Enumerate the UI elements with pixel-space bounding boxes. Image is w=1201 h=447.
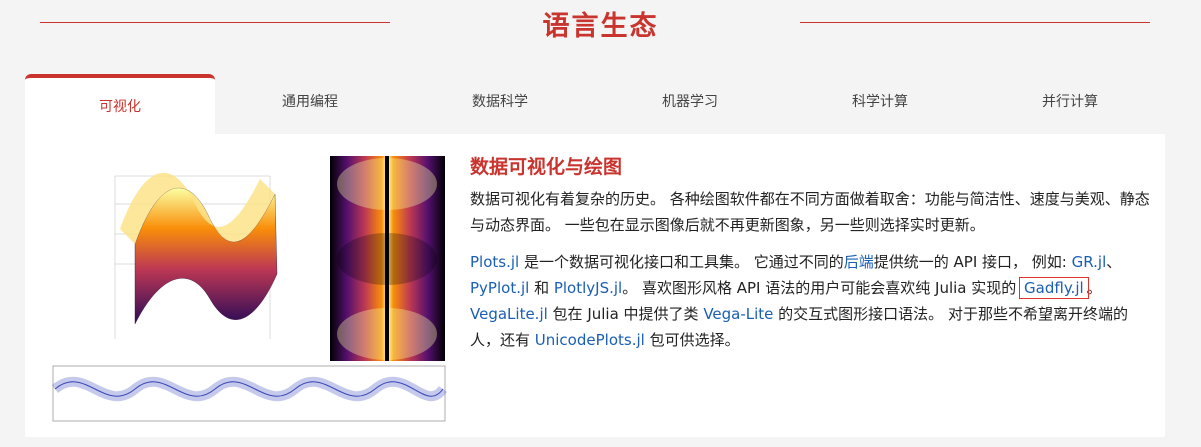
tab-data-science[interactable]: 数据科学 <box>405 74 595 134</box>
section-header: 语言生态 <box>0 0 1201 60</box>
plots-paragraph: Plots.jl 是一个数据可视化接口和工具集。 它通过不同的后端提供统一的 A… <box>470 249 1150 353</box>
tab-machine-learning[interactable]: 机器学习 <box>595 74 785 134</box>
unicodeplots-jl-link[interactable]: UnicodePlots.jl <box>535 331 645 349</box>
text-span: 。 喜欢图形风格 API 语法的用户可能会喜欢纯 Julia 实现的 <box>622 279 1022 297</box>
title-divider-right <box>800 22 1150 23</box>
backends-link[interactable]: 后端 <box>844 253 874 271</box>
text-span: 和 <box>529 279 554 297</box>
tab-visualization[interactable]: 可视化 <box>25 74 215 134</box>
plotlyjs-jl-link[interactable]: PlotlyJS.jl <box>554 279 622 297</box>
intro-paragraph: 数据可视化有着复杂的历史。 各种绘图软件都在不同方面做着取舍：功能与简洁性、速度… <box>470 190 1150 234</box>
content-heading: 数据可视化与绘图 <box>470 156 623 178</box>
text-span: 。 <box>1086 279 1102 297</box>
pyplot-jl-link[interactable]: PyPlot.jl <box>470 279 529 297</box>
text-span: 包在 Julia 中提供了类 <box>547 305 704 323</box>
text-span: 、 <box>1106 253 1122 271</box>
text-span: 是一个数据可视化接口和工具集。 它通过不同的 <box>519 253 844 271</box>
vega-lite-link[interactable]: Vega-Lite <box>703 305 773 323</box>
plots-jl-link[interactable]: Plots.jl <box>470 253 519 271</box>
tab-scientific-computing[interactable]: 科学计算 <box>785 74 975 134</box>
plot-showcase-image <box>25 134 455 437</box>
gr-jl-link[interactable]: GR.jl <box>1072 253 1107 271</box>
gadfly-jl-link[interactable]: Gadfly.jl <box>1019 277 1089 299</box>
tab-general-programming[interactable]: 通用编程 <box>215 74 405 134</box>
ecosystem-tabs: 可视化 通用编程 数据科学 机器学习 科学计算 并行计算 <box>25 74 1165 134</box>
tab-panel: 数据可视化与绘图 数据可视化有着复杂的历史。 各种绘图软件都在不同方面做着取舍：… <box>25 134 1165 437</box>
section-title: 语言生态 <box>542 11 659 42</box>
tab-parallel-computing[interactable]: 并行计算 <box>975 74 1165 134</box>
text-span: 包可供选择。 <box>644 331 740 349</box>
vegalite-jl-link[interactable]: VegaLite.jl <box>470 305 548 323</box>
text-span: 提供统一的 API 接口， 例如: <box>873 253 1072 271</box>
